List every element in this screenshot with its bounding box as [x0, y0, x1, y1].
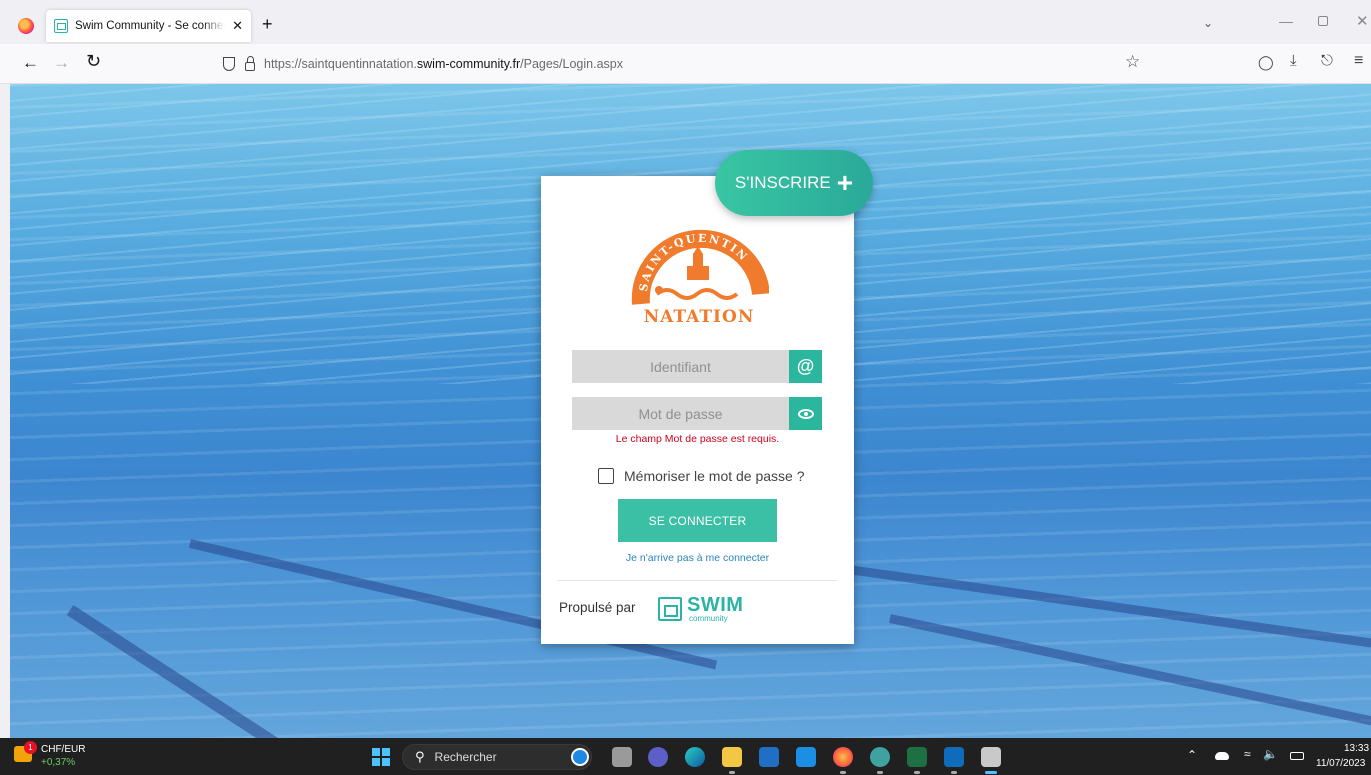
browser-tab-bar: Swim Community - Se connecter ✕ + ⌄ — ✕	[0, 0, 1371, 44]
svg-text:NATATION: NATATION	[644, 307, 755, 326]
firefox-taskbar-icon[interactable]	[833, 747, 853, 767]
running-indicator	[840, 771, 846, 774]
onedrive-cloud-icon[interactable]	[1215, 752, 1229, 760]
signup-button[interactable]: S'INSCRIRE +	[715, 150, 873, 216]
app-icon[interactable]	[870, 747, 890, 767]
padlock-icon[interactable]	[245, 56, 255, 71]
search-placeholder: Rechercher	[434, 750, 497, 764]
snipping-tool-icon[interactable]	[981, 747, 1001, 767]
password-field: Mot de passe	[572, 397, 822, 430]
widget-ticker[interactable]: CHF/EUR	[41, 744, 85, 755]
task-view-icon[interactable]	[612, 747, 632, 767]
window-restore-icon[interactable]	[1318, 16, 1328, 26]
taskbar-search[interactable]: ⚲ Rechercher	[402, 744, 592, 770]
excel-icon[interactable]	[907, 747, 927, 767]
show-password-button[interactable]	[789, 397, 822, 430]
windows-taskbar: 1 CHF/EUR +0,37% ⚲ Rechercher ⌃ ≈ 🔈 13:3…	[0, 738, 1371, 775]
teams-chat-icon[interactable]	[648, 747, 668, 767]
swim-word: SWIM	[687, 594, 744, 616]
signup-label: S'INSCRIRE	[734, 173, 831, 192]
file-explorer-icon[interactable]	[722, 747, 742, 767]
forward-arrow-icon[interactable]: →	[53, 53, 70, 73]
saint-quentin-natation-logo: SAINT-QUENTIN NATATION	[631, 229, 769, 326]
browser-nav-bar: ← → ↻ https://saintquentinnatation.swim-…	[0, 44, 1371, 84]
remember-password-row[interactable]: Mémoriser le mot de passe ?	[598, 468, 805, 484]
username-field: Identifiant @	[572, 350, 822, 383]
running-indicator	[914, 771, 920, 774]
cant-login-link[interactable]: Je n'arrive pas à me connecter	[541, 552, 854, 564]
password-error-message: Le champ Mot de passe est requis.	[615, 433, 780, 445]
firefox-icon[interactable]	[18, 18, 34, 34]
tab-title: Swim Community - Se connecter	[75, 20, 225, 32]
wifi-icon[interactable]: ≈	[1244, 747, 1251, 761]
bing-icon[interactable]	[571, 748, 589, 766]
url-prefix: https://saintquentinnatation.	[264, 57, 417, 71]
bookmark-star-icon[interactable]: ☆	[1125, 52, 1140, 72]
clock-date[interactable]: 11/07/2023	[1316, 758, 1365, 769]
reload-icon[interactable]: ↻	[86, 51, 101, 72]
swim-community-favicon-icon	[54, 19, 68, 33]
url-path: /Pages/Login.aspx	[520, 57, 623, 71]
browser-tab-active[interactable]: Swim Community - Se connecter ✕	[46, 10, 251, 42]
pool-lane-line	[66, 604, 325, 738]
battery-icon[interactable]	[1290, 752, 1304, 760]
powered-by-label: Propulsé par	[559, 600, 636, 615]
downloads-icon[interactable]: ⤓	[1290, 52, 1297, 69]
pool-lane-line	[769, 554, 1371, 650]
new-tab-button[interactable]: +	[262, 14, 273, 35]
community-word: community	[689, 614, 728, 623]
tracking-protection-shield-icon[interactable]	[223, 57, 235, 71]
username-addon: @	[789, 350, 822, 383]
tray-overflow-chevron-icon[interactable]: ⌃	[1187, 748, 1197, 762]
back-arrow-icon[interactable]: ←	[22, 53, 39, 73]
list-all-tabs-icon[interactable]: ⌄	[1203, 16, 1213, 30]
remember-password-checkbox[interactable]	[598, 468, 614, 484]
pocket-icon[interactable]: ◯	[1258, 54, 1274, 71]
mail-icon[interactable]	[796, 747, 816, 767]
login-card: SAINT-QUENTIN NATATION Identifiant @ Mot…	[541, 176, 854, 644]
tab-close-icon[interactable]: ✕	[232, 18, 243, 34]
remember-password-label[interactable]: Mémoriser le mot de passe ?	[624, 468, 805, 484]
running-indicator	[729, 771, 735, 774]
clock-time[interactable]: 13:33	[1344, 743, 1369, 754]
divider	[557, 580, 837, 581]
volume-icon[interactable]: 🔈	[1263, 747, 1278, 761]
window-minimize-icon[interactable]: —	[1279, 13, 1293, 29]
microsoft-store-icon[interactable]	[759, 747, 779, 767]
hamburger-menu-icon[interactable]: ≡	[1354, 52, 1363, 70]
windows-start-icon[interactable]	[372, 748, 390, 766]
eye-icon	[797, 408, 814, 419]
password-input[interactable]: Mot de passe	[572, 397, 789, 430]
edge-icon[interactable]	[685, 747, 705, 767]
running-indicator-active	[985, 771, 997, 774]
outlook-icon[interactable]	[944, 747, 964, 767]
at-sign-icon: @	[796, 356, 815, 376]
username-input[interactable]: Identifiant	[572, 350, 789, 383]
url-domain: swim-community.fr	[416, 57, 521, 71]
plus-icon: +	[836, 167, 854, 198]
search-icon: ⚲	[415, 749, 425, 764]
url-text[interactable]: https://saintquentinnatation.swim-commun…	[264, 57, 623, 71]
swim-community-logo[interactable]: SWIM community	[658, 595, 743, 623]
address-bar[interactable]: https://saintquentinnatation.swim-commun…	[213, 50, 1153, 78]
widget-change: +0,37%	[41, 757, 76, 768]
window-close-icon[interactable]: ✕	[1356, 12, 1369, 30]
extensions-icon[interactable]: ⎋	[1321, 52, 1333, 69]
running-indicator	[951, 771, 957, 774]
running-indicator	[877, 771, 883, 774]
swim-community-wordmark: SWIM community	[687, 595, 743, 623]
swim-community-logo-icon	[658, 597, 682, 621]
widget-badge: 1	[24, 741, 37, 754]
login-button[interactable]: SE CONNECTER	[618, 499, 777, 542]
